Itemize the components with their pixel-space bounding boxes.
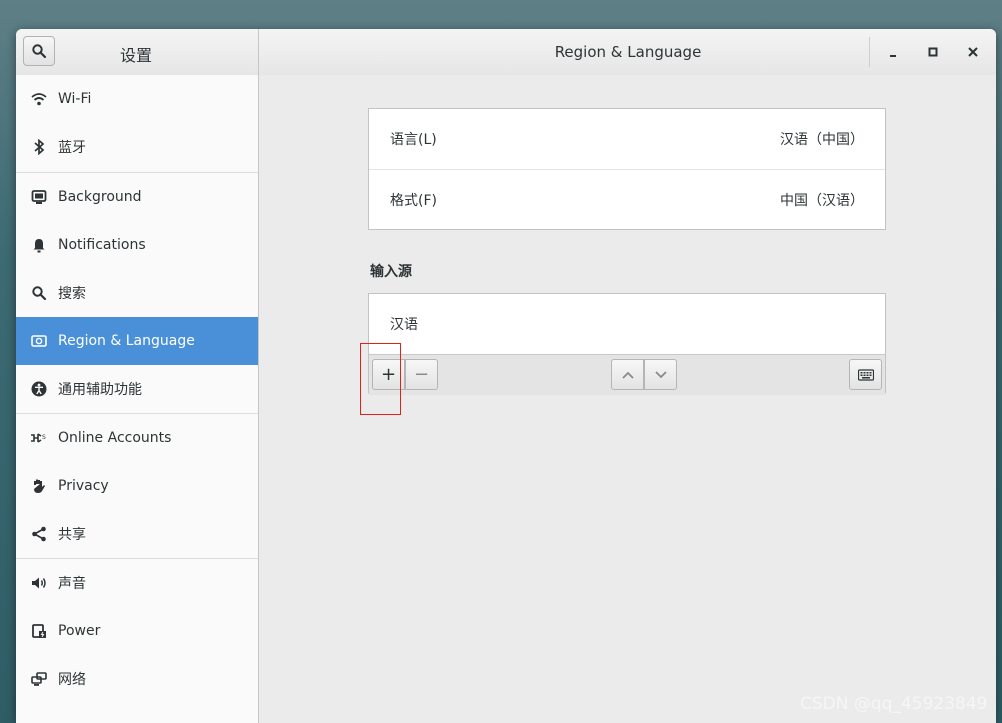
sidebar-item-label: Region & Language [58, 333, 195, 349]
watermark: CSDN @qq_45923849 [800, 694, 988, 714]
maximize-button[interactable] [920, 39, 946, 65]
input-source-item[interactable]: 汉语 [390, 294, 418, 354]
bluetooth-icon [30, 138, 48, 156]
close-icon [968, 47, 978, 57]
language-value: 汉语（中国） [780, 132, 864, 148]
sidebar-item-notifications[interactable]: Notifications [16, 221, 258, 269]
sidebar-item-label: 声音 [58, 576, 86, 592]
sidebar-item-label: Wi-Fi [58, 91, 92, 107]
sidebar-item-label: 搜索 [58, 286, 86, 302]
sidebar-item-label: Power [58, 623, 101, 639]
sidebar-item-label: Online Accounts [58, 430, 172, 446]
header-bar: 设置 Region & Language [16, 29, 996, 76]
sidebar-item-power[interactable]: Power [16, 607, 258, 655]
network-icon [30, 670, 48, 688]
remove-icon: − [413, 364, 430, 385]
share-icon [30, 525, 48, 543]
background-icon [30, 188, 48, 206]
input-sources-toolbar: + − [369, 354, 885, 395]
add-icon: + [380, 364, 397, 385]
main-panel: 语言(L) 汉语（中国） 格式(F) 中国（汉语） 输入源 汉语 + − [259, 75, 996, 723]
language-row[interactable]: 语言(L) 汉语（中国） [369, 109, 885, 169]
online-accounts-icon: S [30, 429, 48, 447]
move-up-button[interactable] [611, 359, 644, 390]
move-down-button[interactable] [644, 359, 677, 390]
minimize-icon [890, 55, 896, 57]
bell-icon [30, 236, 48, 254]
sidebar-item-search[interactable]: 搜索 [16, 269, 258, 317]
sidebar: Wi-Fi 蓝牙 Background Notifications 搜索 Reg… [16, 75, 259, 723]
sidebar-item-privacy[interactable]: Privacy [16, 462, 258, 510]
sidebar-item-label: Background [58, 189, 142, 205]
remove-input-source-button[interactable]: − [405, 359, 438, 390]
hand-icon [30, 477, 48, 495]
power-icon [30, 622, 48, 640]
sidebar-item-label: 蓝牙 [58, 140, 86, 156]
search-icon [32, 44, 46, 58]
svg-text:S: S [42, 434, 46, 441]
format-label: 格式(F) [390, 193, 437, 209]
search-button[interactable] [23, 36, 55, 66]
sidebar-item-label: 共享 [58, 527, 86, 543]
sidebar-item-online-accounts[interactable]: S Online Accounts [16, 414, 258, 462]
header-divider [869, 37, 870, 67]
sidebar-header: 设置 [16, 29, 259, 75]
settings-window: 设置 Region & Language Wi-Fi 蓝牙 Background… [16, 29, 996, 723]
minimize-button[interactable] [880, 39, 906, 65]
format-value: 中国（汉语） [780, 193, 864, 209]
add-input-source-button[interactable]: + [372, 359, 405, 390]
keyboard-icon [857, 368, 874, 381]
sidebar-item-sharing[interactable]: 共享 [16, 510, 258, 558]
maximize-icon [928, 47, 938, 57]
keyboard-layout-button[interactable] [849, 359, 882, 390]
sidebar-item-wifi[interactable]: Wi-Fi [16, 75, 258, 123]
sidebar-item-accessibility[interactable]: 通用辅助功能 [16, 365, 258, 413]
sidebar-item-label: Privacy [58, 478, 109, 494]
region-list: 语言(L) 汉语（中国） 格式(F) 中国（汉语） [368, 108, 886, 230]
sidebar-item-background[interactable]: Background [16, 173, 258, 221]
sidebar-item-network[interactable]: 网络 [16, 655, 258, 703]
accessibility-icon [30, 380, 48, 398]
chevron-up-icon [621, 371, 634, 379]
sidebar-item-sound[interactable]: 声音 [16, 559, 258, 607]
sidebar-title: 设置 [120, 46, 153, 65]
language-label: 语言(L) [390, 132, 437, 148]
format-row[interactable]: 格式(F) 中国（汉语） [369, 170, 885, 230]
sidebar-item-region-language[interactable]: Region & Language [16, 317, 258, 365]
sidebar-item-bluetooth[interactable]: 蓝牙 [16, 123, 258, 171]
input-sources-title: 输入源 [370, 264, 412, 280]
chevron-down-icon [654, 370, 667, 378]
sidebar-item-label: 网络 [58, 672, 86, 688]
sidebar-item-label: 通用辅助功能 [58, 382, 142, 398]
region-icon [30, 332, 48, 350]
sidebar-item-label: Notifications [58, 237, 146, 253]
input-sources-list: 汉语 + − [368, 293, 886, 395]
search-icon [30, 284, 48, 302]
speaker-icon [30, 574, 48, 592]
wifi-icon [30, 90, 48, 108]
close-button[interactable] [960, 39, 986, 65]
